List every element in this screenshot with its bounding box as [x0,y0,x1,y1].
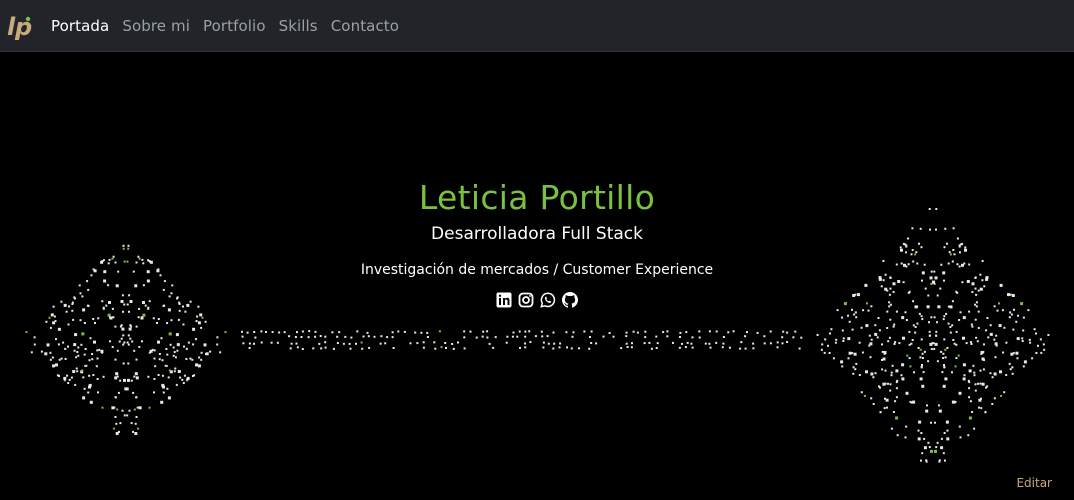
hero-tagline: Investigación de mercados / Customer Exp… [360,262,714,278]
hero-name: Leticia Portillo [418,178,656,217]
logo[interactable]: l p [6,10,36,42]
edit-link[interactable]: Editar [1016,476,1052,490]
nav-sobre-mi[interactable]: Sobre mi [122,17,190,35]
github-icon[interactable] [562,292,578,308]
hero-section: Leticia Portillo Desarrolladora Full Sta… [0,52,1074,500]
nav-portfolio[interactable]: Portfolio [203,17,266,35]
nav-contacto[interactable]: Contacto [331,17,399,35]
nav-menu: Portada Sobre mi Portfolio Skills Contac… [51,0,412,52]
svg-text:p: p [14,13,32,41]
nav-skills[interactable]: Skills [279,17,318,35]
navbar: l p Portada Sobre mi Portfolio Skills Co… [0,0,1074,52]
nav-portada[interactable]: Portada [51,17,109,35]
hero-role: Desarrolladora Full Stack [431,224,643,244]
whatsapp-icon[interactable] [540,292,556,308]
linkedin-icon[interactable] [496,292,512,308]
social-links [0,292,1074,308]
instagram-icon[interactable] [518,292,534,308]
